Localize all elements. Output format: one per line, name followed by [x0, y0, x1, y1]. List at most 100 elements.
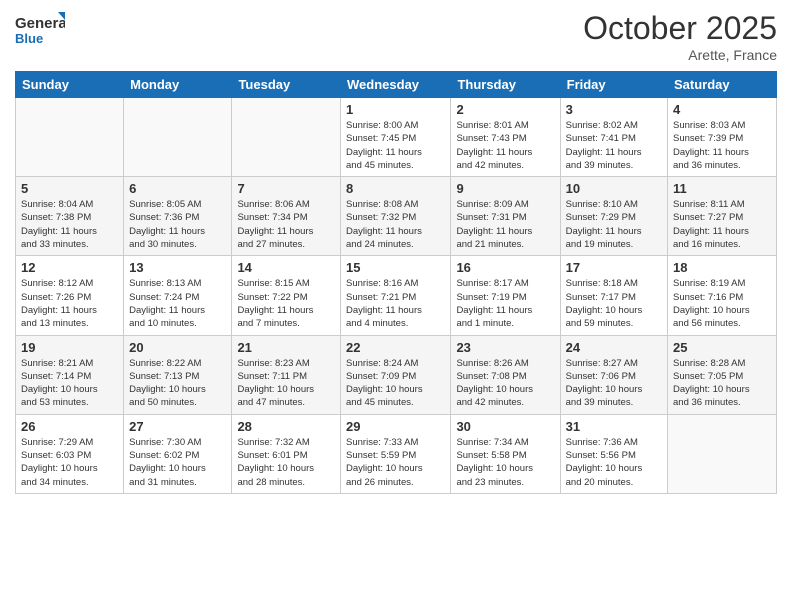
- calendar-day: 27 Sunrise: 7:30 AMSunset: 6:02 PMDayligh…: [124, 414, 232, 493]
- col-friday: Friday: [560, 72, 667, 98]
- day-info: Sunrise: 8:13 AMSunset: 7:24 PMDaylight:…: [129, 277, 226, 330]
- day-info: Sunrise: 8:27 AMSunset: 7:06 PMDaylight:…: [566, 357, 662, 410]
- day-number: 20: [129, 340, 226, 355]
- svg-text:General: General: [15, 15, 65, 32]
- calendar-day: [232, 98, 341, 177]
- day-number: 28: [237, 419, 335, 434]
- day-number: 29: [346, 419, 445, 434]
- day-info: Sunrise: 7:32 AMSunset: 6:01 PMDaylight:…: [237, 436, 335, 489]
- title-block: October 2025 Arette, France: [583, 10, 777, 63]
- day-number: 9: [456, 181, 554, 196]
- day-info: Sunrise: 8:04 AMSunset: 7:38 PMDaylight:…: [21, 198, 118, 251]
- calendar-day: 4 Sunrise: 8:03 AMSunset: 7:39 PMDaylight…: [668, 98, 777, 177]
- day-number: 26: [21, 419, 118, 434]
- day-info: Sunrise: 8:23 AMSunset: 7:11 PMDaylight:…: [237, 357, 335, 410]
- day-number: 24: [566, 340, 662, 355]
- calendar-day: 6 Sunrise: 8:05 AMSunset: 7:36 PMDaylight…: [124, 177, 232, 256]
- day-number: 27: [129, 419, 226, 434]
- calendar-day: 7 Sunrise: 8:06 AMSunset: 7:34 PMDaylight…: [232, 177, 341, 256]
- calendar-day: 8 Sunrise: 8:08 AMSunset: 7:32 PMDaylight…: [341, 177, 451, 256]
- day-info: Sunrise: 8:15 AMSunset: 7:22 PMDaylight:…: [237, 277, 335, 330]
- day-info: Sunrise: 8:02 AMSunset: 7:41 PMDaylight:…: [566, 119, 662, 172]
- day-number: 21: [237, 340, 335, 355]
- day-info: Sunrise: 8:05 AMSunset: 7:36 PMDaylight:…: [129, 198, 226, 251]
- calendar-day: 12Sunrise: 8:12 AMSunset: 7:26 PMDayligh…: [16, 256, 124, 335]
- calendar-day: 2 Sunrise: 8:01 AMSunset: 7:43 PMDaylight…: [451, 98, 560, 177]
- day-number: 1: [346, 102, 445, 117]
- day-info: Sunrise: 8:28 AMSunset: 7:05 PMDaylight:…: [673, 357, 771, 410]
- day-info: Sunrise: 8:09 AMSunset: 7:31 PMDaylight:…: [456, 198, 554, 251]
- logo-svg: General Blue: [15, 10, 65, 50]
- day-info: Sunrise: 8:01 AMSunset: 7:43 PMDaylight:…: [456, 119, 554, 172]
- calendar-day: 20Sunrise: 8:22 AMSunset: 7:13 PMDayligh…: [124, 335, 232, 414]
- day-info: Sunrise: 7:29 AMSunset: 6:03 PMDaylight:…: [21, 436, 118, 489]
- col-sunday: Sunday: [16, 72, 124, 98]
- calendar-day: 23Sunrise: 8:26 AMSunset: 7:08 PMDayligh…: [451, 335, 560, 414]
- svg-text:Blue: Blue: [15, 31, 43, 46]
- calendar-week-3: 12Sunrise: 8:12 AMSunset: 7:26 PMDayligh…: [16, 256, 777, 335]
- day-info: Sunrise: 8:17 AMSunset: 7:19 PMDaylight:…: [456, 277, 554, 330]
- day-number: 7: [237, 181, 335, 196]
- calendar-day: 16 Sunrise: 8:17 AMSunset: 7:19 PMDayligh…: [451, 256, 560, 335]
- calendar-day: 19Sunrise: 8:21 AMSunset: 7:14 PMDayligh…: [16, 335, 124, 414]
- day-number: 31: [566, 419, 662, 434]
- calendar-week-4: 19Sunrise: 8:21 AMSunset: 7:14 PMDayligh…: [16, 335, 777, 414]
- calendar-day: 3 Sunrise: 8:02 AMSunset: 7:41 PMDaylight…: [560, 98, 667, 177]
- day-number: 18: [673, 260, 771, 275]
- day-number: 8: [346, 181, 445, 196]
- day-number: 23: [456, 340, 554, 355]
- day-info: Sunrise: 8:18 AMSunset: 7:17 PMDaylight:…: [566, 277, 662, 330]
- calendar-day: 25Sunrise: 8:28 AMSunset: 7:05 PMDayligh…: [668, 335, 777, 414]
- day-info: Sunrise: 8:24 AMSunset: 7:09 PMDaylight:…: [346, 357, 445, 410]
- day-info: Sunrise: 8:19 AMSunset: 7:16 PMDaylight:…: [673, 277, 771, 330]
- calendar-day: [124, 98, 232, 177]
- page: General Blue October 2025 Arette, France…: [0, 0, 792, 612]
- day-info: Sunrise: 8:03 AMSunset: 7:39 PMDaylight:…: [673, 119, 771, 172]
- day-info: Sunrise: 7:33 AMSunset: 5:59 PMDaylight:…: [346, 436, 445, 489]
- location: Arette, France: [583, 47, 777, 63]
- col-thursday: Thursday: [451, 72, 560, 98]
- calendar-day: 9 Sunrise: 8:09 AMSunset: 7:31 PMDaylight…: [451, 177, 560, 256]
- calendar-day: [16, 98, 124, 177]
- calendar-day: 31 Sunrise: 7:36 AMSunset: 5:56 PMDayligh…: [560, 414, 667, 493]
- day-number: 4: [673, 102, 771, 117]
- calendar-day: 15Sunrise: 8:16 AMSunset: 7:21 PMDayligh…: [341, 256, 451, 335]
- day-number: 16: [456, 260, 554, 275]
- col-monday: Monday: [124, 72, 232, 98]
- header: General Blue October 2025 Arette, France: [15, 10, 777, 63]
- day-number: 15: [346, 260, 445, 275]
- day-info: Sunrise: 8:08 AMSunset: 7:32 PMDaylight:…: [346, 198, 445, 251]
- day-info: Sunrise: 8:11 AMSunset: 7:27 PMDaylight:…: [673, 198, 771, 251]
- day-number: 11: [673, 181, 771, 196]
- day-number: 2: [456, 102, 554, 117]
- day-number: 5: [21, 181, 118, 196]
- day-number: 22: [346, 340, 445, 355]
- day-info: Sunrise: 8:21 AMSunset: 7:14 PMDaylight:…: [21, 357, 118, 410]
- day-number: 14: [237, 260, 335, 275]
- calendar-day: 18 Sunrise: 8:19 AMSunset: 7:16 PMDayligh…: [668, 256, 777, 335]
- calendar-week-5: 26 Sunrise: 7:29 AMSunset: 6:03 PMDayligh…: [16, 414, 777, 493]
- calendar-day: 11 Sunrise: 8:11 AMSunset: 7:27 PMDayligh…: [668, 177, 777, 256]
- calendar-day: 10Sunrise: 8:10 AMSunset: 7:29 PMDayligh…: [560, 177, 667, 256]
- day-number: 3: [566, 102, 662, 117]
- calendar-day: 30 Sunrise: 7:34 AMSunset: 5:58 PMDayligh…: [451, 414, 560, 493]
- calendar-day: 17 Sunrise: 8:18 AMSunset: 7:17 PMDayligh…: [560, 256, 667, 335]
- col-wednesday: Wednesday: [341, 72, 451, 98]
- calendar-day: 13 Sunrise: 8:13 AMSunset: 7:24 PMDayligh…: [124, 256, 232, 335]
- calendar-day: 1Sunrise: 8:00 AMSunset: 7:45 PMDaylight…: [341, 98, 451, 177]
- col-saturday: Saturday: [668, 72, 777, 98]
- day-number: 17: [566, 260, 662, 275]
- calendar-table: Sunday Monday Tuesday Wednesday Thursday…: [15, 71, 777, 494]
- day-info: Sunrise: 7:34 AMSunset: 5:58 PMDaylight:…: [456, 436, 554, 489]
- day-number: 6: [129, 181, 226, 196]
- day-number: 13: [129, 260, 226, 275]
- day-info: Sunrise: 8:12 AMSunset: 7:26 PMDaylight:…: [21, 277, 118, 330]
- calendar-day: 21 Sunrise: 8:23 AMSunset: 7:11 PMDayligh…: [232, 335, 341, 414]
- day-number: 30: [456, 419, 554, 434]
- calendar-day: 29 Sunrise: 7:33 AMSunset: 5:59 PMDayligh…: [341, 414, 451, 493]
- day-info: Sunrise: 8:06 AMSunset: 7:34 PMDaylight:…: [237, 198, 335, 251]
- day-info: Sunrise: 7:30 AMSunset: 6:02 PMDaylight:…: [129, 436, 226, 489]
- calendar-day: 28 Sunrise: 7:32 AMSunset: 6:01 PMDayligh…: [232, 414, 341, 493]
- header-row: Sunday Monday Tuesday Wednesday Thursday…: [16, 72, 777, 98]
- day-info: Sunrise: 7:36 AMSunset: 5:56 PMDaylight:…: [566, 436, 662, 489]
